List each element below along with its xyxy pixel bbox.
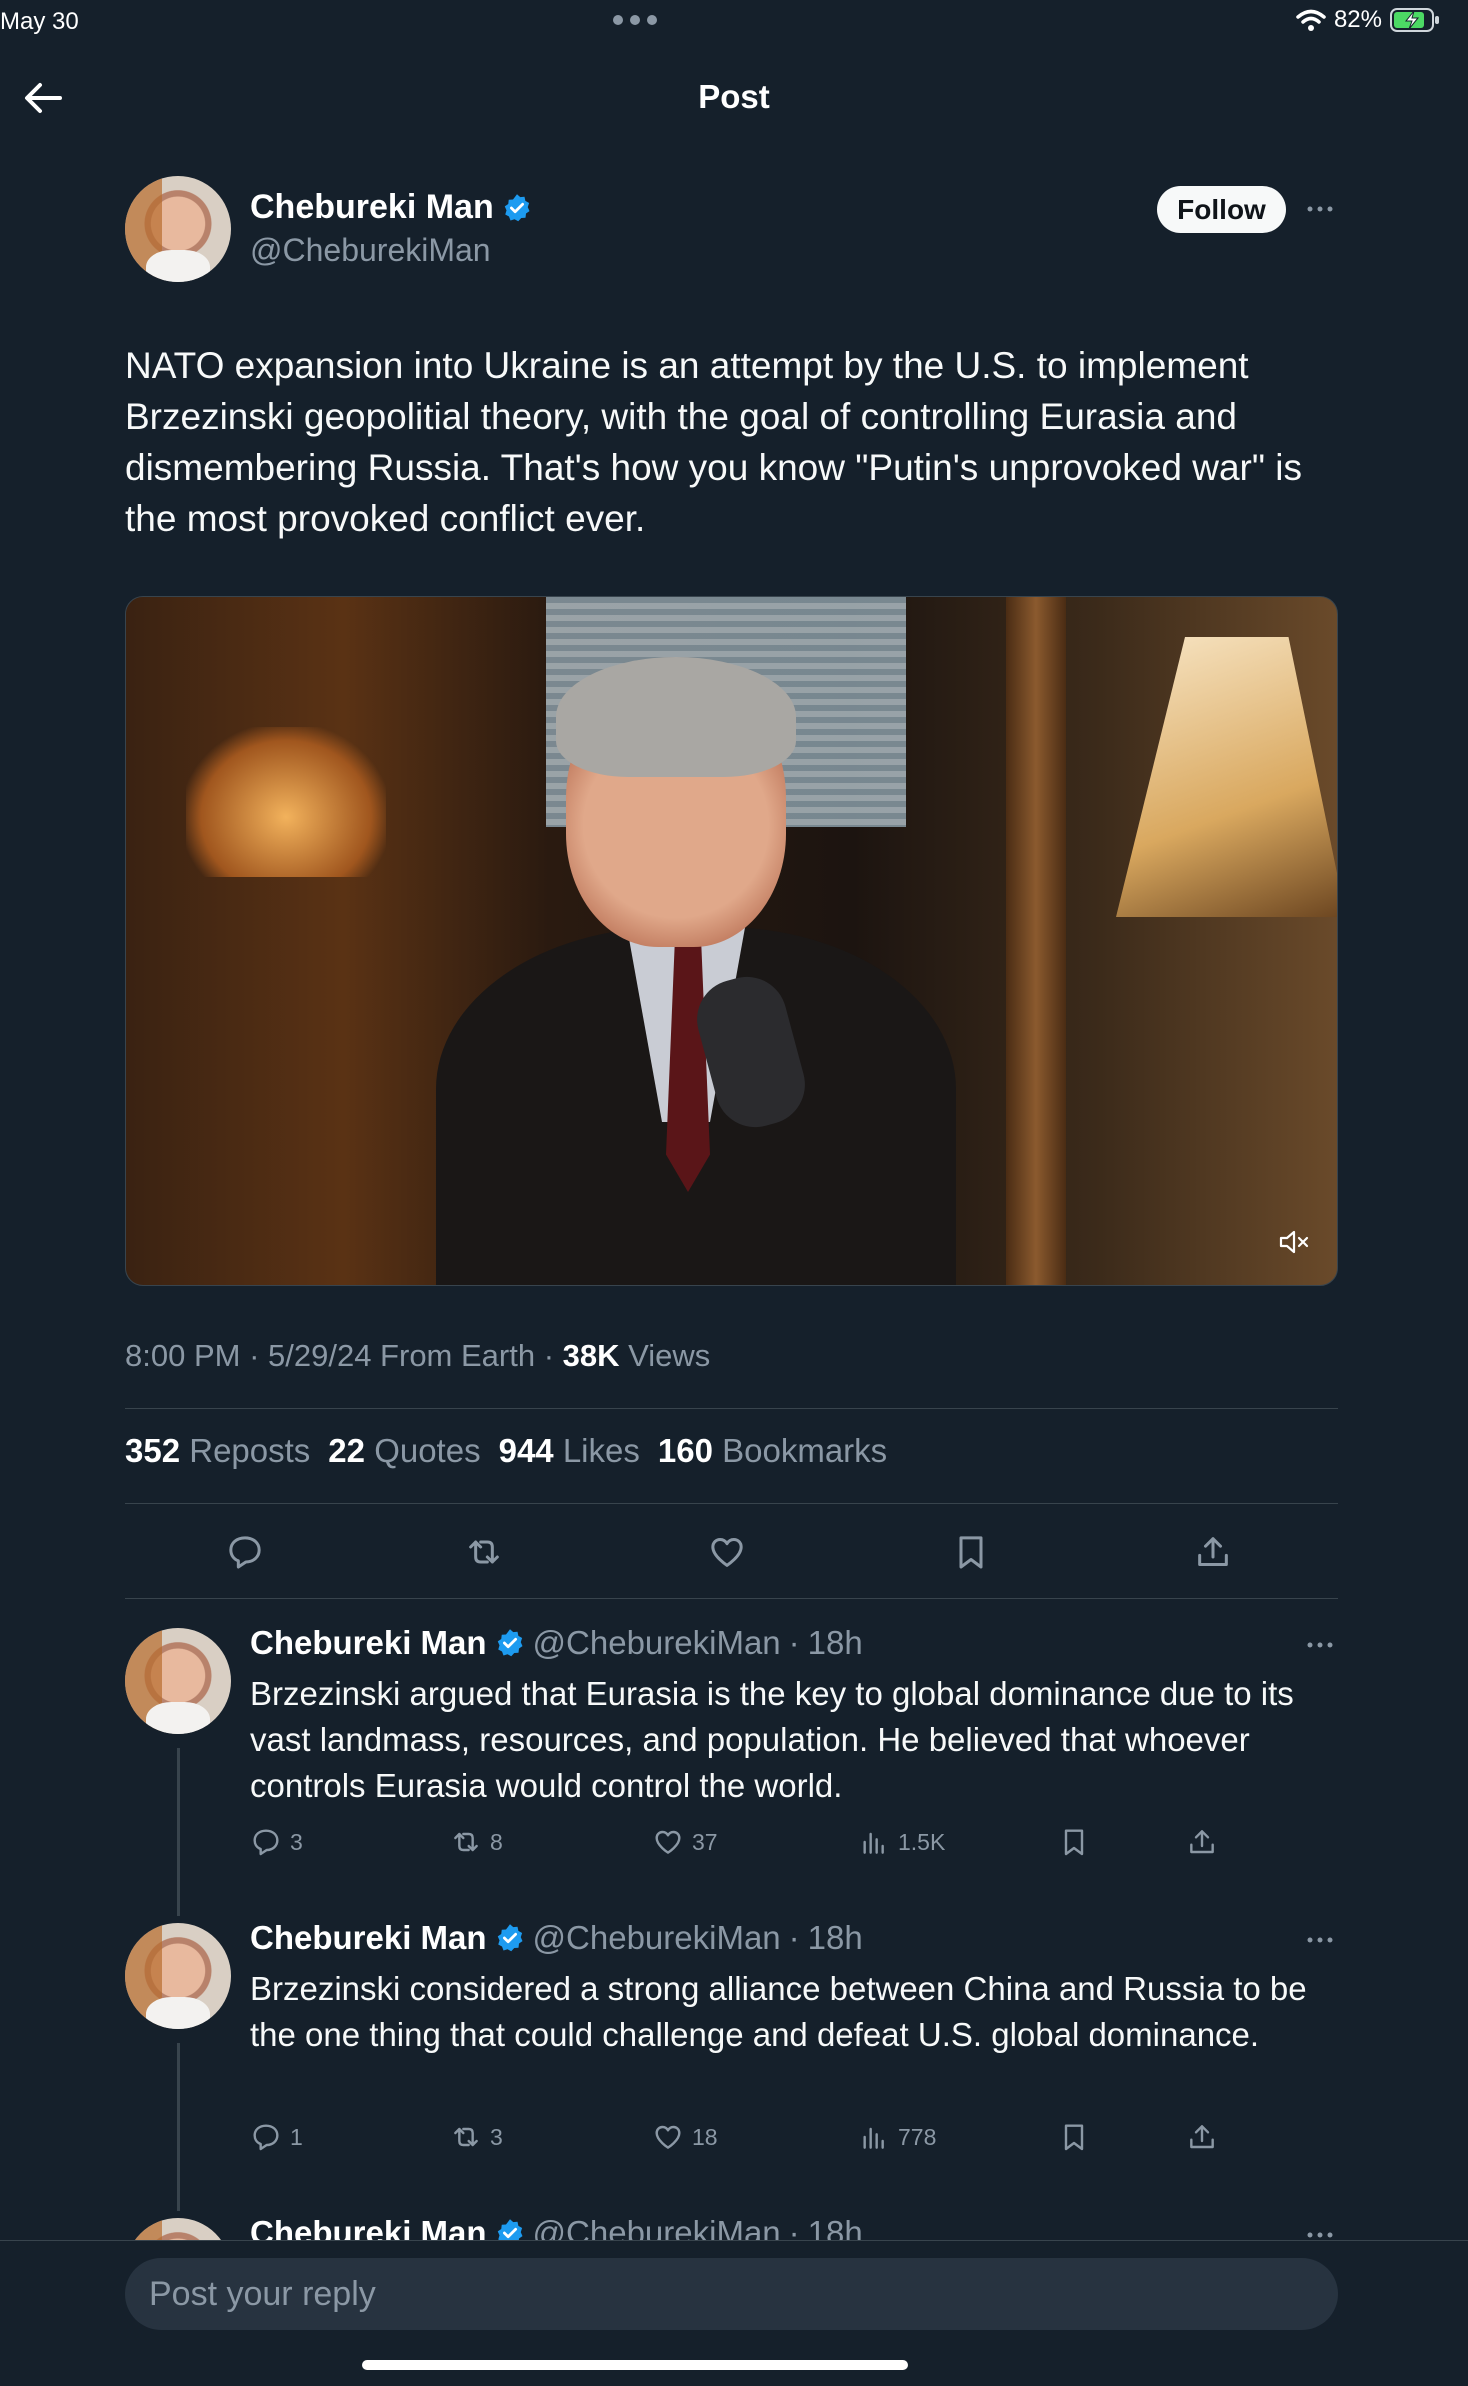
stat-bookmarks[interactable]: 160 Bookmarks: [658, 1432, 887, 1470]
stat-label: Quotes: [374, 1432, 481, 1469]
separator: ·: [788, 1624, 800, 1661]
stat-label: Likes: [562, 1432, 640, 1469]
post-video[interactable]: [125, 596, 1338, 1286]
repost-count: 8: [490, 1828, 503, 1855]
share-button[interactable]: [1186, 2121, 1218, 2153]
thread-line: [177, 1748, 180, 1916]
divider: [125, 1598, 1338, 1599]
stat-quotes[interactable]: 22 Quotes: [328, 1432, 480, 1470]
stat-count: 944: [498, 1432, 554, 1469]
reply-icon[interactable]: [225, 1532, 265, 1572]
status-indicators: 82%: [1296, 6, 1440, 34]
battery-percent: 82%: [1333, 6, 1382, 33]
like-button[interactable]: 37: [652, 1826, 718, 1858]
avatar[interactable]: [125, 1628, 231, 1734]
reply-handle[interactable]: @CheburekiMan: [533, 1624, 781, 1662]
thread-line: [177, 2043, 180, 2211]
author-name-text: Chebureki Man: [250, 188, 494, 226]
views-count: 1.5K: [898, 1828, 946, 1855]
verified-badge-icon: [495, 1923, 525, 1953]
repost-button[interactable]: 3: [450, 2121, 503, 2153]
like-button[interactable]: 18: [652, 2121, 718, 2153]
reply-count: 3: [290, 1828, 303, 1855]
bookmark-icon: [1064, 1829, 1084, 1856]
reply-time[interactable]: 18h: [808, 1919, 863, 1957]
like-icon[interactable]: [707, 1532, 747, 1572]
reply-icon: [253, 2124, 279, 2151]
share-icon[interactable]: [1193, 1532, 1233, 1572]
post-text: NATO expansion into Ukraine is an attemp…: [125, 345, 1302, 539]
stat-reposts[interactable]: 352 Reposts: [125, 1432, 310, 1470]
post-stats: 352 Reposts 22 Quotes 944 Likes 160 Book…: [125, 1432, 887, 1470]
bookmark-icon[interactable]: [951, 1532, 991, 1572]
reply-header: Chebureki Man @CheburekiMan · 18h: [250, 1919, 863, 1957]
stat-count: 352: [125, 1432, 181, 1469]
like-count: 37: [692, 1828, 718, 1855]
views-button[interactable]: 1.5K: [858, 1826, 945, 1858]
divider: [125, 1503, 1338, 1504]
share-icon: [1190, 2125, 1214, 2149]
reply-author-name[interactable]: Chebureki Man: [250, 1624, 487, 1662]
battery-charging-icon: [1390, 7, 1440, 33]
reply-icon: [253, 1829, 279, 1856]
bookmark-button[interactable]: [1058, 2121, 1090, 2153]
stat-count: 22: [328, 1432, 366, 1469]
separator: ·: [788, 1919, 800, 1956]
repost-icon[interactable]: [464, 1532, 504, 1572]
mute-icon[interactable]: [1278, 1228, 1314, 1258]
more-options-icon[interactable]: [1305, 188, 1335, 218]
author-handle[interactable]: @CheburekiMan: [250, 232, 491, 269]
repost-button[interactable]: 8: [450, 1826, 503, 1858]
avatar[interactable]: [125, 176, 231, 282]
share-button[interactable]: [1186, 1826, 1218, 1858]
share-icon: [1190, 1830, 1214, 1854]
repost-icon: [454, 2127, 478, 2147]
avatar[interactable]: [125, 1923, 231, 2029]
reply-author-name[interactable]: Chebureki Man: [250, 1919, 487, 1957]
repost-icon: [454, 1832, 478, 1852]
reply-input[interactable]: [125, 2258, 1338, 2330]
like-icon: [655, 2125, 681, 2149]
views-button[interactable]: 778: [858, 2121, 936, 2153]
author-name[interactable]: Chebureki Man: [250, 188, 532, 227]
stat-likes[interactable]: 944 Likes: [499, 1432, 640, 1470]
post-time: 8:00 PM: [125, 1338, 241, 1373]
views-count: 778: [898, 2123, 937, 2150]
views-chart-icon: [863, 2127, 884, 2149]
like-count: 18: [692, 2123, 718, 2150]
home-indicator[interactable]: [362, 2360, 908, 2370]
multitasking-dots-icon[interactable]: [612, 14, 658, 26]
status-date: May 30: [0, 8, 79, 35]
views-chart-icon: [863, 1832, 884, 1854]
page-title: Post: [698, 78, 770, 115]
views-label: Views: [628, 1338, 711, 1373]
like-icon: [655, 1830, 681, 1854]
verified-badge-icon: [502, 193, 532, 223]
post-meta: 8:00 PM · 5/29/24 From Earth · 38K Views: [125, 1338, 711, 1373]
wifi-icon: [1296, 8, 1326, 32]
bookmark-button[interactable]: [1058, 1826, 1090, 1858]
stat-count: 160: [657, 1432, 713, 1469]
divider: [125, 1408, 1338, 1409]
stat-label: Bookmarks: [722, 1432, 888, 1469]
reply-button[interactable]: 3: [250, 1826, 303, 1858]
reply-header: Chebureki Man @CheburekiMan · 18h: [250, 1624, 863, 1662]
more-options-icon[interactable]: [1305, 1925, 1335, 1955]
follow-button[interactable]: Follow: [1157, 186, 1286, 233]
repost-count: 3: [490, 2123, 503, 2150]
reply-text: Brzezinski considered a strong alliance …: [250, 1970, 1307, 2053]
bookmark-icon: [1064, 2124, 1084, 2151]
views-count: 38K: [562, 1338, 620, 1373]
reply-count: 1: [290, 2123, 303, 2150]
back-arrow-icon[interactable]: [20, 78, 66, 118]
reply-text: Brzezinski argued that Eurasia is the ke…: [250, 1675, 1294, 1804]
reply-handle[interactable]: @CheburekiMan: [533, 1919, 781, 1957]
stat-label: Reposts: [189, 1432, 311, 1469]
more-options-icon[interactable]: [1305, 1630, 1335, 1660]
reply-button[interactable]: 1: [250, 2121, 303, 2153]
verified-badge-icon: [495, 1628, 525, 1658]
post-date: 5/29/24 From Earth: [268, 1338, 536, 1373]
reply-time[interactable]: 18h: [808, 1624, 863, 1662]
